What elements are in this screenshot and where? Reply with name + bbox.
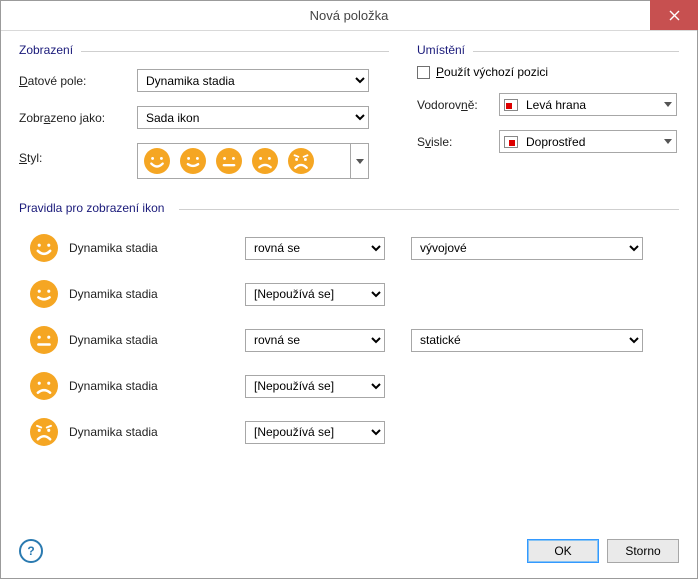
use-default-position-checkbox[interactable]	[417, 66, 430, 79]
horizontal-label: Vodorovně:	[417, 98, 493, 112]
data-field-select[interactable]: Dynamika stadia	[137, 69, 369, 92]
shown-as-label: Zobrazeno jako:	[19, 111, 137, 125]
chevron-down-icon	[664, 139, 672, 144]
style-dropdown-button[interactable]	[350, 144, 368, 178]
rule-operator-select[interactable]: [Nepoužívá se]	[245, 375, 385, 398]
rules-group: Pravidla pro zobrazení ikon Dynamika sta…	[19, 203, 679, 455]
close-button[interactable]	[650, 0, 698, 30]
rule-value-select[interactable]: statické	[411, 329, 643, 352]
placement-group-label: Umístění	[417, 43, 465, 57]
shown-as-select[interactable]: Sada ikon	[137, 106, 369, 129]
display-group-label: Zobrazení	[19, 43, 73, 57]
vertical-select[interactable]: Doprostřed	[499, 130, 677, 153]
face-sad-icon	[30, 372, 58, 400]
face-neutral-icon	[216, 148, 242, 174]
dialog-body: Zobrazení Datové pole: Dynamika stadia Z…	[1, 31, 697, 532]
face-smile-icon	[180, 148, 206, 174]
dialog-window: Nová položka Zobrazení Datové pole: Dyna…	[0, 0, 698, 579]
use-default-position-label: Použít výchozí pozici	[436, 65, 548, 79]
face-smile-icon	[30, 280, 58, 308]
horizontal-select[interactable]: Levá hrana	[499, 93, 677, 116]
face-happy-icon	[30, 234, 58, 262]
face-cry-icon	[288, 148, 314, 174]
help-button[interactable]: ?	[19, 539, 43, 563]
dialog-footer: ? OK Storno	[1, 532, 697, 578]
style-iconset-preview	[144, 148, 314, 174]
vertical-value: Doprostřed	[526, 135, 585, 149]
help-icon: ?	[27, 544, 34, 558]
rule-operator-select[interactable]: rovná se	[245, 237, 385, 260]
display-group: Zobrazení Datové pole: Dynamika stadia Z…	[19, 45, 389, 179]
chevron-down-icon	[664, 102, 672, 107]
face-happy-icon	[144, 148, 170, 174]
window-title: Nová položka	[1, 8, 697, 23]
rule-field-label: Dynamika stadia	[69, 287, 245, 301]
rules-group-label: Pravidla pro zobrazení ikon	[19, 201, 164, 215]
rule-value-select[interactable]: vývojové	[411, 237, 643, 260]
rule-field-label: Dynamika stadia	[69, 333, 245, 347]
align-middle-icon	[504, 136, 518, 148]
rule-field-label: Dynamika stadia	[69, 379, 245, 393]
align-left-icon	[504, 99, 518, 111]
face-sad-icon	[252, 148, 278, 174]
style-iconset-select[interactable]	[137, 143, 369, 179]
rule-row: Dynamika stadia [Nepoužívá se]	[19, 363, 679, 409]
style-label: Styl:	[19, 143, 137, 165]
rule-operator-select[interactable]: rovná se	[245, 329, 385, 352]
data-field-label: Datové pole:	[19, 74, 137, 88]
horizontal-value: Levá hrana	[526, 98, 586, 112]
rule-field-label: Dynamika stadia	[69, 425, 245, 439]
close-icon	[669, 10, 680, 21]
rule-row: Dynamika stadia [Nepoužívá se]	[19, 271, 679, 317]
ok-button[interactable]: OK	[527, 539, 599, 563]
rule-row: Dynamika stadia rovná se vývojové	[19, 225, 679, 271]
chevron-down-icon	[356, 159, 364, 164]
rule-operator-select[interactable]: [Nepoužívá se]	[245, 283, 385, 306]
cancel-button[interactable]: Storno	[607, 539, 679, 563]
face-neutral-icon	[30, 326, 58, 354]
rule-operator-select[interactable]: [Nepoužívá se]	[245, 421, 385, 444]
rule-field-label: Dynamika stadia	[69, 241, 245, 255]
vertical-label: Svisle:	[417, 135, 493, 149]
placement-group: Umístění Použít výchozí pozici Vodorovně…	[417, 45, 679, 179]
rule-row: Dynamika stadia rovná se statické	[19, 317, 679, 363]
rule-row: Dynamika stadia [Nepoužívá se]	[19, 409, 679, 455]
face-cry-icon	[30, 418, 58, 446]
titlebar: Nová položka	[1, 1, 697, 31]
